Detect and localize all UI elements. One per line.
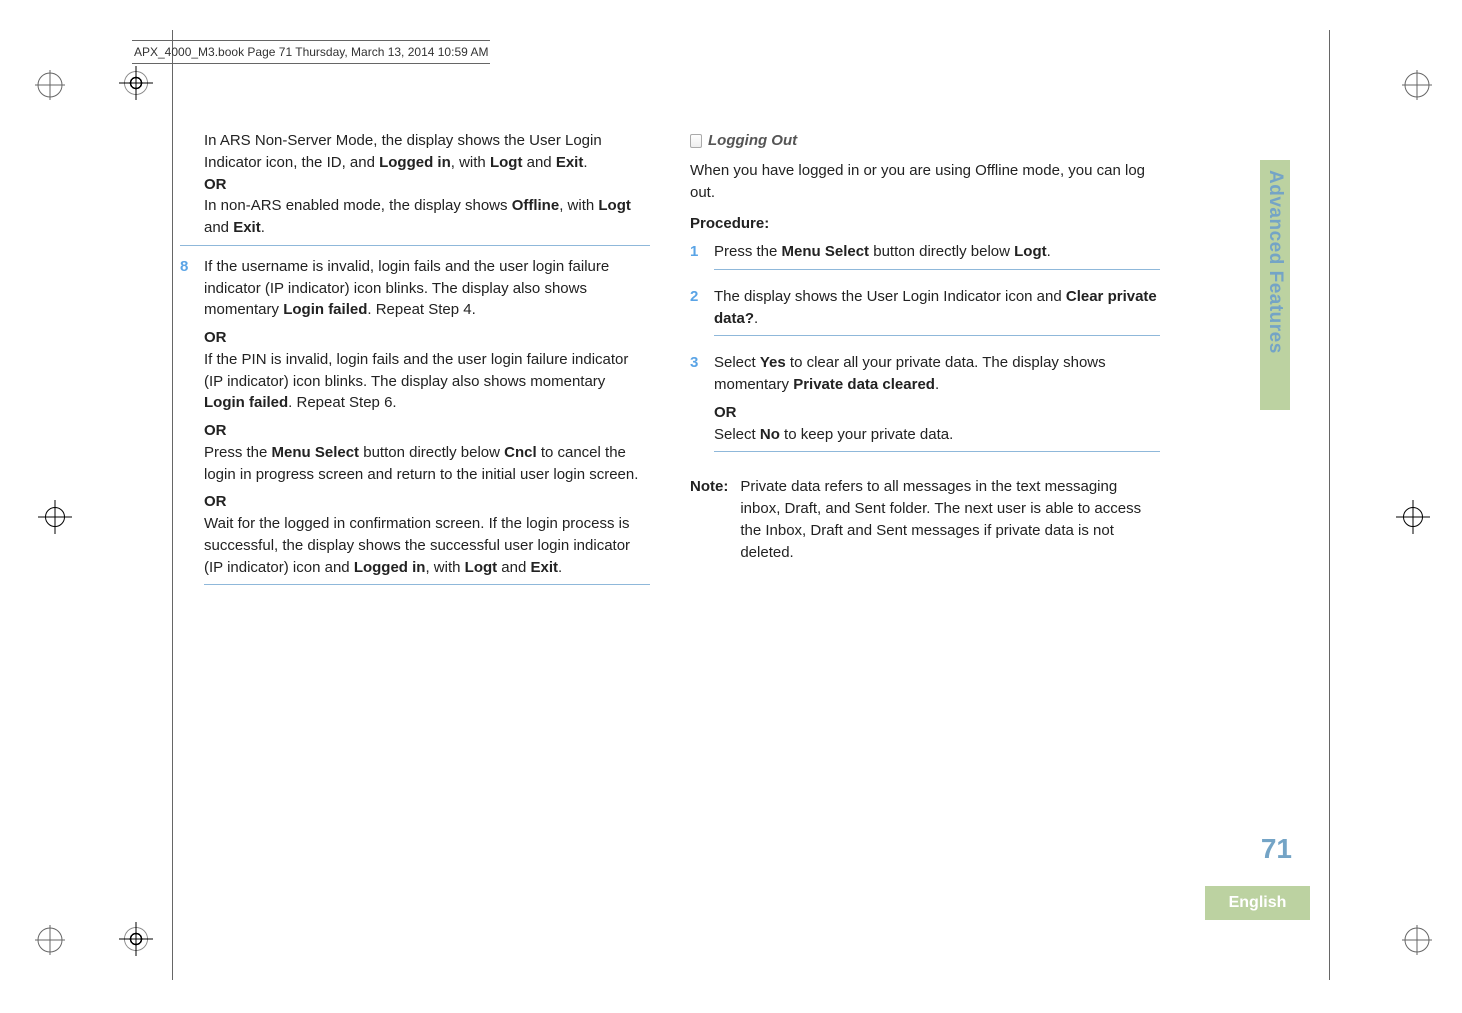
crop-mark-icon xyxy=(125,72,147,94)
text: . Repeat Step 4. xyxy=(367,301,475,318)
text: and xyxy=(497,559,530,576)
note-label: Note: xyxy=(690,476,728,563)
text: Select xyxy=(714,426,760,443)
text: . xyxy=(754,310,758,327)
ui-string-logged-in: Logged in xyxy=(379,154,451,171)
heading-logging-out: Logging Out xyxy=(708,130,797,152)
sidebar-tab-label: Advanced Features xyxy=(1264,170,1286,354)
ui-string-login-failed: Login failed xyxy=(204,394,288,411)
ui-string-exit: Exit xyxy=(233,219,261,236)
text: . Repeat Step 6. xyxy=(288,394,396,411)
text: . xyxy=(261,219,265,236)
ui-string-logt: Logt xyxy=(598,197,630,214)
step-number-8: 8 xyxy=(180,256,204,596)
step-3: 3 Select Yes to clear all your private d… xyxy=(690,352,1160,462)
step-1: 1 Press the Menu Select button directly … xyxy=(690,241,1160,280)
ui-string-yes: Yes xyxy=(760,354,786,371)
section-heading: Logging Out xyxy=(690,130,1160,152)
menu-select-label: Menu Select xyxy=(782,243,870,260)
text: and xyxy=(522,154,555,171)
text: Press the xyxy=(204,444,272,461)
ui-string-cncl: Cncl xyxy=(504,444,537,461)
text: button directly below xyxy=(359,444,504,461)
content-area: In ARS Non-Server Mode, the display show… xyxy=(180,130,1160,601)
document-icon xyxy=(690,134,702,148)
ui-string-logged-in: Logged in xyxy=(354,559,426,576)
divider xyxy=(714,269,1160,270)
color-registration-icon xyxy=(1402,70,1432,100)
or-label: OR xyxy=(204,420,650,442)
text: and xyxy=(204,219,233,236)
crop-mark-icon xyxy=(125,928,147,950)
ui-string-login-failed: Login failed xyxy=(283,301,367,318)
text: , with xyxy=(559,197,598,214)
ui-string-logt: Logt xyxy=(490,154,522,171)
text: . xyxy=(558,559,562,576)
step-8-body: If the username is invalid, login fails … xyxy=(204,256,650,596)
text: Press the xyxy=(714,243,782,260)
step-8: 8 If the username is invalid, login fail… xyxy=(180,256,650,596)
crop-line-right xyxy=(1329,30,1330,980)
divider xyxy=(204,584,650,585)
text: The display shows the User Login Indicat… xyxy=(714,288,1066,305)
para-ars-non-server: In ARS Non-Server Mode, the display show… xyxy=(180,130,650,239)
ui-string-logt: Logt xyxy=(1014,243,1046,260)
book-header: APX_4000_M3.book Page 71 Thursday, March… xyxy=(132,40,490,64)
text: If the PIN is invalid, login fails and t… xyxy=(204,351,628,390)
right-column: Logging Out When you have logged in or y… xyxy=(690,130,1160,601)
menu-select-label: Menu Select xyxy=(272,444,360,461)
step-number-2: 2 xyxy=(690,286,714,347)
text: . xyxy=(935,376,939,393)
or-label: OR xyxy=(204,327,650,349)
intro-text: When you have logged in or you are using… xyxy=(690,160,1160,204)
step-2: 2 The display shows the User Login Indic… xyxy=(690,286,1160,347)
color-registration-icon xyxy=(35,70,65,100)
color-registration-icon xyxy=(1402,925,1432,955)
text: Select xyxy=(714,354,760,371)
ui-string-exit: Exit xyxy=(531,559,559,576)
ui-string-logt: Logt xyxy=(465,559,497,576)
or-label: OR xyxy=(204,491,650,513)
or-label: OR xyxy=(180,174,650,196)
text: button directly below xyxy=(869,243,1014,260)
sidebar-tab: Advanced Features xyxy=(1260,160,1290,410)
text: , with xyxy=(425,559,464,576)
registration-mark-icon xyxy=(1396,500,1430,534)
divider xyxy=(714,451,1160,452)
language-tab: English xyxy=(1205,886,1310,920)
ui-string-no: No xyxy=(760,426,780,443)
text: to keep your private data. xyxy=(780,426,953,443)
registration-mark-icon xyxy=(38,500,72,534)
step-number-1: 1 xyxy=(690,241,714,280)
text: . xyxy=(1047,243,1051,260)
ui-string-private-data-cleared: Private data cleared xyxy=(793,376,935,393)
left-column: In ARS Non-Server Mode, the display show… xyxy=(180,130,650,601)
ui-string-exit: Exit xyxy=(556,154,584,171)
text: , with xyxy=(451,154,490,171)
note-body: Private data refers to all messages in t… xyxy=(740,476,1160,563)
note: Note: Private data refers to all message… xyxy=(690,476,1160,563)
text: . xyxy=(583,154,587,171)
page: APX_4000_M3.book Page 71 Thursday, March… xyxy=(90,30,1370,980)
divider xyxy=(714,335,1160,336)
or-label: OR xyxy=(714,402,1160,424)
step-number-3: 3 xyxy=(690,352,714,462)
text: In non-ARS enabled mode, the display sho… xyxy=(204,197,512,214)
color-registration-icon xyxy=(35,925,65,955)
ui-string-offline: Offline xyxy=(512,197,560,214)
procedure-label: Procedure: xyxy=(690,213,1160,235)
crop-line-left xyxy=(172,30,173,980)
divider xyxy=(180,245,650,246)
page-number: 71 xyxy=(1261,833,1292,865)
